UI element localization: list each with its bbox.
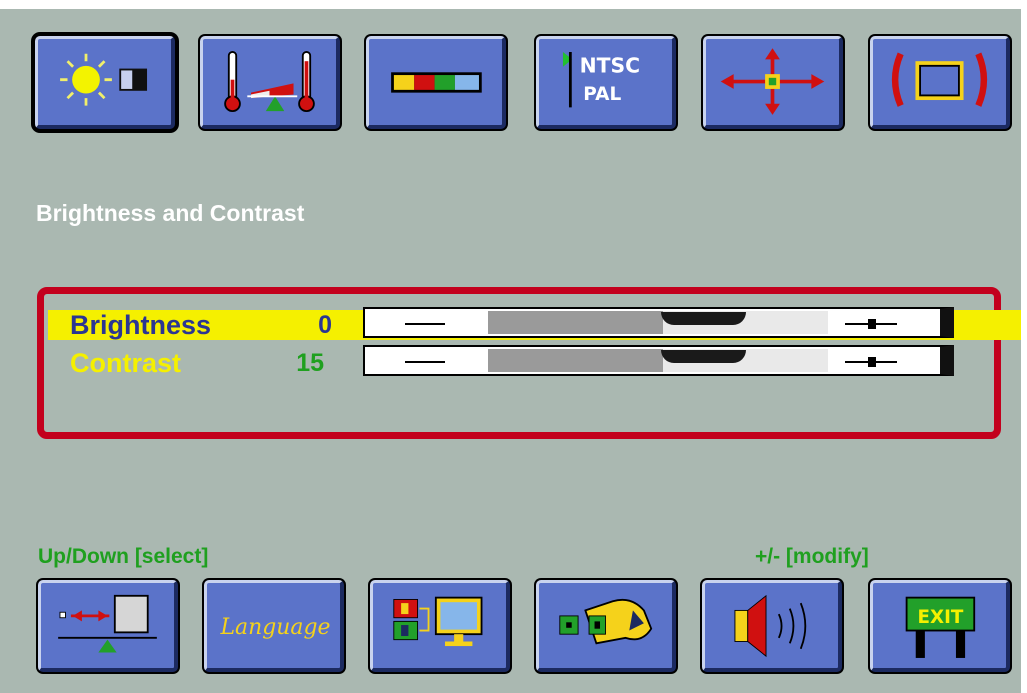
menu-brightness-contrast[interactable] — [35, 36, 175, 129]
menu-volume[interactable] — [702, 580, 842, 672]
exit-text: EXIT — [918, 607, 964, 628]
minus-icon — [405, 361, 445, 363]
menu-position[interactable] — [703, 36, 843, 129]
menu-color-bars[interactable] — [366, 36, 506, 129]
minus-icon — [405, 323, 445, 325]
contrast-label: Contrast — [70, 348, 182, 378]
slider-fill — [488, 349, 663, 372]
osd-screen: NTSC PAL Brightness and Contrast Brightn… — [0, 0, 1027, 693]
contrast-value: 15 — [296, 349, 324, 377]
volume-icon — [734, 594, 807, 658]
language-text: Language — [219, 615, 330, 640]
ntsc-pal-icon: NTSC PAL — [562, 51, 640, 108]
setting-row-brightness[interactable]: Brightness 0 — [48, 307, 1027, 340]
setting-row-contrast[interactable]: Contrast 15 — [44, 345, 1027, 378]
brightness-slider[interactable] — [363, 307, 954, 338]
brightness-label: Brightness — [70, 310, 212, 340]
brightness-contrast-icon — [60, 53, 148, 106]
exit-icon: EXIT — [905, 596, 976, 658]
tools-icon — [559, 598, 653, 645]
hint-modify: +/- [modify] — [755, 545, 869, 568]
slider-knob[interactable] — [661, 350, 746, 363]
menu-balance[interactable] — [38, 580, 178, 672]
menu-input-select[interactable] — [370, 580, 510, 672]
size-icon — [891, 52, 988, 107]
contrast-slider[interactable] — [363, 345, 954, 376]
balance-icon — [58, 594, 157, 653]
color-temperature-icon — [224, 51, 315, 113]
menu-tools[interactable] — [536, 580, 676, 672]
ntsc-label: NTSC — [580, 53, 640, 77]
slider-knob[interactable] — [661, 312, 746, 325]
color-bars-icon — [391, 72, 482, 93]
language-icon: Language — [219, 615, 330, 640]
menu-size[interactable] — [870, 36, 1010, 129]
settings-panel: Brightness 0 Contrast 15 — [37, 287, 1027, 439]
menu-exit[interactable]: EXIT — [870, 580, 1010, 672]
page-title: Brightness and Contrast — [36, 200, 305, 226]
menu-color-temperature[interactable] — [200, 36, 340, 129]
position-icon — [720, 48, 825, 115]
plus-icon-mark — [868, 357, 876, 367]
brightness-value: 0 — [318, 311, 332, 339]
menu-ntsc-pal[interactable]: NTSC PAL — [536, 36, 676, 129]
plus-icon-mark — [868, 319, 876, 329]
hint-select: Up/Down [select] — [38, 545, 209, 568]
menu-language[interactable]: Language — [204, 580, 344, 672]
input-select-icon — [393, 596, 483, 647]
pal-label: PAL — [583, 84, 621, 105]
slider-fill — [488, 311, 663, 334]
